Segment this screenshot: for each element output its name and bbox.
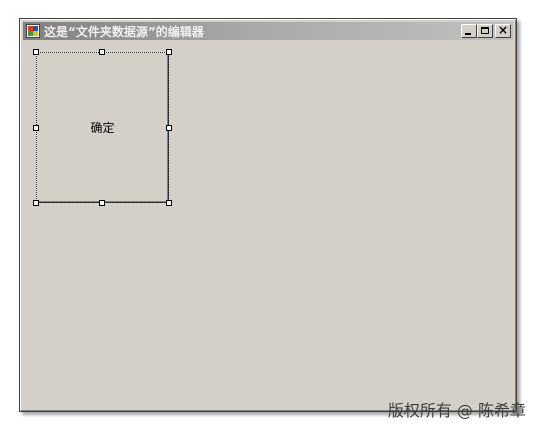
maximize-icon [481,27,489,34]
resize-handle-bottom-left[interactable] [33,200,39,206]
maximize-button[interactable] [477,24,493,38]
resize-handle-right[interactable] [166,125,172,131]
resize-handle-left[interactable] [33,125,39,131]
minimize-icon [465,33,471,35]
ok-button[interactable]: 确定 [36,52,169,203]
title-bar[interactable]: 这是“文件夹数据源”的编辑器 × [23,22,513,40]
form-client-area[interactable]: 确定 [23,40,513,408]
ok-button-label: 确定 [90,121,115,135]
minimize-button[interactable] [461,24,477,38]
app-icon[interactable] [26,24,40,38]
window-title: 这是“文件夹数据源”的编辑器 [44,24,204,39]
resize-handle-bottom[interactable] [99,200,105,206]
editor-window: 这是“文件夹数据源”的编辑器 × 确定 [19,18,517,412]
resize-handle-top-right[interactable] [166,49,172,55]
window-controls: × [461,23,511,38]
resize-handle-bottom-right[interactable] [166,200,172,206]
close-button[interactable]: × [495,23,511,38]
copyright-watermark: 版权所有 @ 陈希章 [387,401,526,420]
resize-handle-top-left[interactable] [33,49,39,55]
close-icon: × [497,23,509,37]
resize-handle-top[interactable] [99,49,105,55]
